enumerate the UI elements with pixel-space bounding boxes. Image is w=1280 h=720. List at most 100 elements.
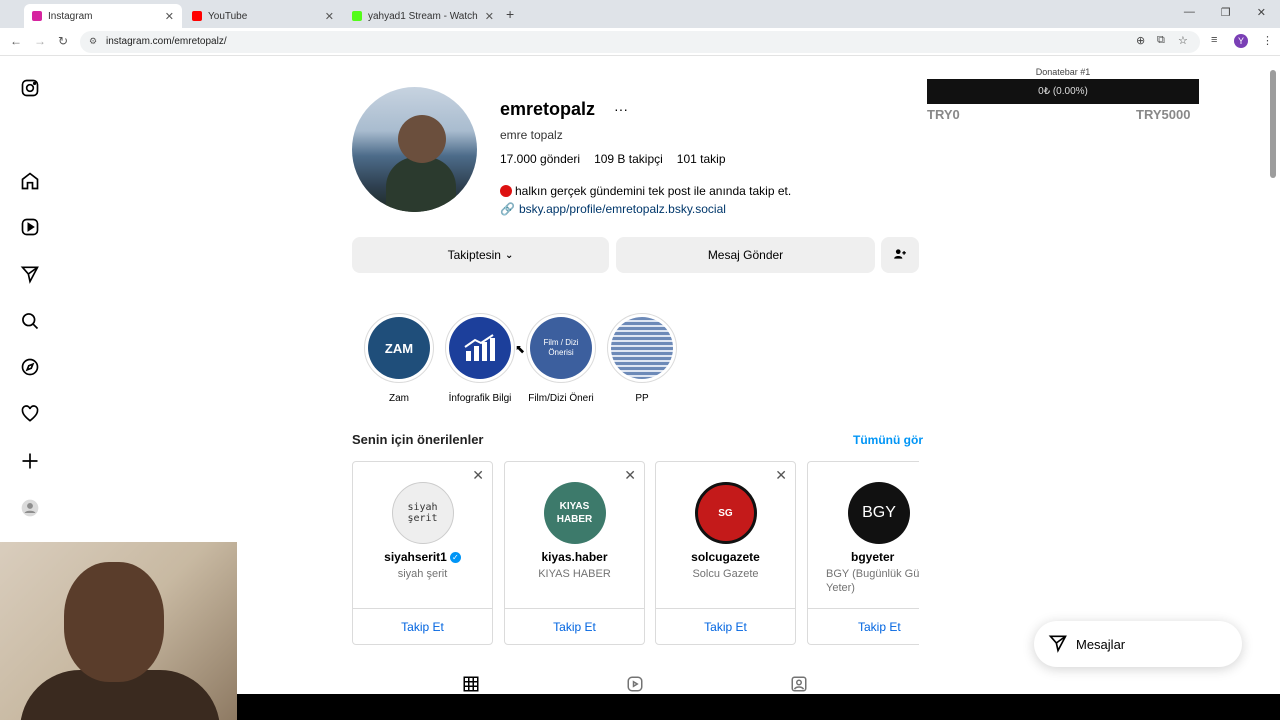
zoom-icon[interactable]: ⊕ [1136,34,1145,47]
follow-button[interactable]: Takip Et [656,608,795,644]
tab-title: Instagram [48,10,93,22]
profile-avatar-icon[interactable] [20,498,40,518]
add-user-icon [893,247,907,264]
suggestion-name: siyah şerit [397,568,448,580]
highlight-pp[interactable]: PP [606,313,678,404]
suggestion-avatar: SG [694,482,757,544]
posts-grid-icon[interactable] [462,675,480,693]
posts-value: 17.000 [500,152,537,166]
profile-bio: halkın gerçek gündemini tek post ile anı… [500,184,791,198]
follow-button[interactable]: Takip Et [353,608,492,644]
reels-icon[interactable] [20,217,40,237]
menu-icon[interactable]: ⋮ [1262,34,1273,47]
instagram-icon [32,11,42,21]
profile-photo-head [398,115,446,163]
highlight-ring: ZAM [364,313,434,383]
youtube-icon [192,11,202,21]
webcam-overlay [0,542,237,720]
profile-link[interactable]: 🔗 bsky.app/profile/emretopalz.bsky.socia… [500,202,726,216]
followers-value: 109 B [594,152,626,166]
followers-label: takipçi [628,152,663,166]
suggestion-username[interactable]: bgyeter [851,550,894,564]
suggestion-card[interactable]: BGY bgyeter BGY (Bugünlük Gün Yeter) Tak… [807,461,919,645]
suggestion-card[interactable]: ✕ siyah şerit siyahserit1 ✓ siyah şerit … [352,461,493,645]
bookmark-star-icon[interactable]: ☆ [1178,34,1188,47]
follow-button[interactable]: Takip Et [505,608,644,644]
suggestion-name: BGY (Bugünlük Gün Yeter) [826,568,919,594]
donatebar-title: Donatebar #1 [1035,67,1091,77]
back-icon[interactable]: ← [10,34,22,48]
profile-photo-body [386,157,456,212]
paper-plane-icon [1048,633,1068,656]
suggest-users-button[interactable] [881,237,919,273]
tagged-icon[interactable] [790,675,808,693]
highlight-cover: ZAM [368,317,430,379]
close-window-icon[interactable]: ✕ [1257,6,1266,19]
notifications-heart-icon[interactable] [20,404,40,424]
see-all-link[interactable]: Tümünü gör [853,433,923,447]
address-bar[interactable]: ⚙ instagram.com/emretopalz/ [80,31,1200,53]
profile-stats: 17.000 gönderi 109 B takipçi 101 takip [500,152,726,166]
tab-kick[interactable]: yahyad1 Stream - Watch Live o ✕ [344,4,502,28]
suggestion-name: Solcu Gazete [692,568,759,580]
forward-icon[interactable]: → [34,34,46,48]
dismiss-icon[interactable]: ✕ [472,467,484,484]
profile-picture[interactable] [352,87,477,212]
reading-list-icon[interactable]: ≡ [1211,34,1217,46]
site-info-icon[interactable]: ⚙ [89,36,97,47]
dismiss-icon[interactable]: ✕ [775,467,787,484]
following-count[interactable]: 101 takip [677,152,726,166]
tab-instagram[interactable]: Instagram ✕ [24,4,182,28]
minimize-icon[interactable]: — [1184,6,1195,19]
reload-icon[interactable]: ↻ [58,34,68,48]
suggestion-username[interactable]: kiyas.haber [541,550,607,564]
following-button-label: Takiptesin [447,248,501,262]
suggestion-username[interactable]: siyahserit1 [384,550,447,564]
tab-youtube[interactable]: YouTube ✕ [184,4,342,28]
suggestions-title: Senin için önerilenler [352,432,484,447]
suggestion-username[interactable]: solcugazete [691,550,760,564]
close-icon[interactable]: ✕ [325,10,334,23]
tab-title: YouTube [208,10,248,22]
highlight-cover-image [611,317,673,379]
suggestion-name: KIYAS HABER [538,568,611,580]
browser-profile-avatar[interactable]: Y [1234,34,1248,48]
following-button[interactable]: Takiptesin ⌄ [352,237,609,273]
suggestion-username-row: siyahserit1 ✓ [353,550,492,564]
webcam-person-head [64,562,164,682]
highlight-zam[interactable]: ZAM Zam [363,313,435,404]
home-icon[interactable] [20,171,40,191]
reels-tab-icon[interactable] [626,675,644,693]
messages-button[interactable]: Mesajlar [1034,621,1242,667]
followers-count[interactable]: 109 B takipçi [594,152,663,166]
instagram-logo-icon[interactable] [20,78,40,98]
highlight-infografik[interactable]: İnfografik Bilgi [444,313,516,404]
suggestion-card[interactable]: ✕ KIYAS HABER kiyas.haber KIYAS HABER Ta… [504,461,645,645]
follow-button[interactable]: Takip Et [808,608,919,644]
suggestion-username-row: kiyas.haber [505,550,644,564]
highlight-film-dizi[interactable]: Film / Dizi Önerisi Film/Dizi Öneri [525,313,597,404]
restore-icon[interactable]: ❐ [1221,6,1231,19]
close-icon[interactable]: ✕ [485,10,494,23]
close-icon[interactable]: ✕ [165,10,174,23]
search-icon[interactable] [20,311,40,331]
send-message-button[interactable]: Mesaj Gönder [616,237,875,273]
messages-label: Mesajlar [1076,636,1126,652]
follow-button-label: Takip Et [553,619,596,634]
follow-button-label: Takip Et [704,619,747,634]
create-plus-icon[interactable] [20,451,40,471]
more-options-icon[interactable]: ··· [614,101,628,117]
messages-icon[interactable] [20,264,40,284]
link-icon: 🔗 [500,202,515,216]
suggestion-card[interactable]: ✕ SG solcugazete Solcu Gazete Takip Et [655,461,796,645]
tab-title: yahyad1 Stream - Watch Live o [368,10,479,22]
profile-link-text: bsky.app/profile/emretopalz.bsky.social [518,202,726,216]
install-icon[interactable]: ⧉ [1157,34,1165,47]
dismiss-icon[interactable]: ✕ [624,467,636,484]
browser-toolbar: ← → ↻ ⚙ instagram.com/emretopalz/ ⊕ ⧉ ☆ … [0,28,1280,56]
explore-icon[interactable] [20,357,40,377]
url-text: instagram.com/emretopalz/ [106,36,227,47]
new-tab-button[interactable]: + [506,6,514,22]
donatebar-progress-text: 0₺ (0.00%) [1038,86,1088,97]
scrollbar-thumb[interactable] [1270,70,1276,178]
